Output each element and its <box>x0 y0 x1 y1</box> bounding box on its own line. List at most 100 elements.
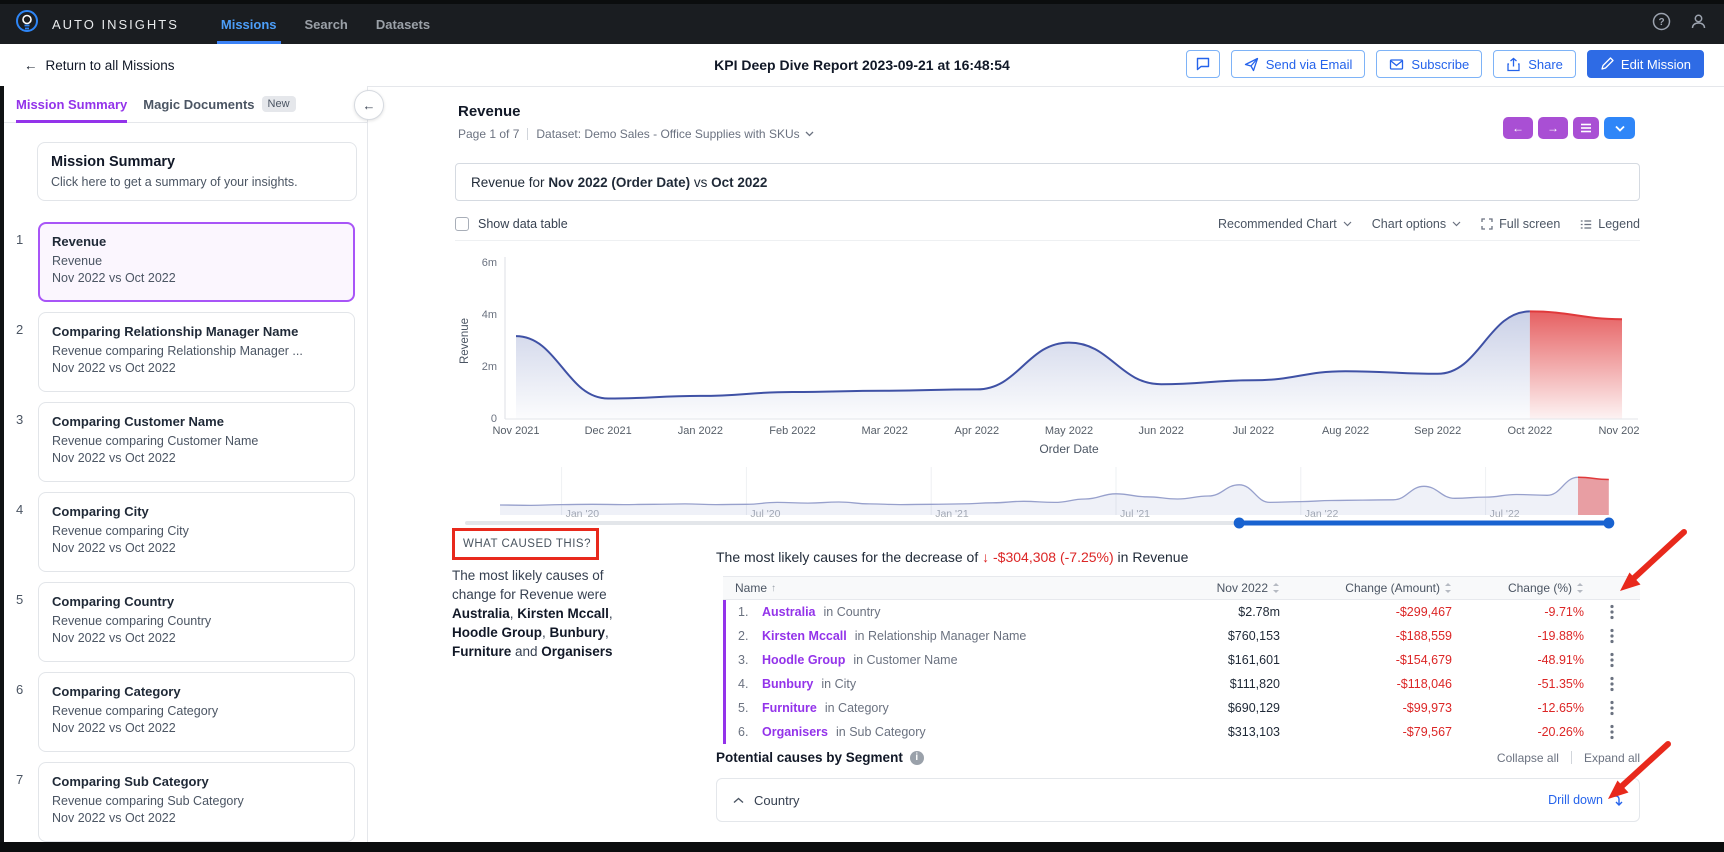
back-to-missions-link[interactable]: ← Return to all Missions <box>24 58 175 73</box>
cause-link[interactable]: Bunbury <box>762 677 813 691</box>
collapse-all-link[interactable]: Collapse all <box>1497 751 1559 765</box>
tab-mission-summary-label: Mission Summary <box>16 97 127 112</box>
chart-options-dropdown[interactable]: Chart options <box>1372 217 1461 231</box>
col-header-change-amount[interactable]: Change (Amount) <box>1280 581 1452 595</box>
subscribe-button[interactable]: Subscribe <box>1376 50 1482 78</box>
kebab-menu-icon[interactable] <box>1602 722 1622 742</box>
sidebar-collapse-button[interactable]: ← <box>354 90 384 120</box>
item-number: 4 <box>16 502 23 517</box>
next-page-button[interactable]: → <box>1538 117 1568 139</box>
item-number: 2 <box>16 322 23 337</box>
hamburger-icon <box>1580 123 1592 133</box>
mission-card-rel-manager[interactable]: Comparing Relationship Manager Name Reve… <box>38 312 355 392</box>
nav-tab-search[interactable]: Search <box>305 4 348 44</box>
tab-magic-documents-label: Magic Documents <box>143 97 254 112</box>
change-pct: -19.88% <box>1452 629 1584 643</box>
item-number: 7 <box>16 772 23 787</box>
col-header-nov-2022[interactable]: Nov 2022 <box>1150 581 1280 595</box>
item-number: 5 <box>16 592 23 607</box>
col-header-change-pct[interactable]: Change (%) <box>1452 581 1584 595</box>
info-icon[interactable]: i <box>910 751 924 765</box>
x-tick-label: Nov 2021 <box>492 425 539 437</box>
kebab-menu-icon[interactable] <box>1602 650 1622 670</box>
expand-menu-button[interactable] <box>1604 117 1635 139</box>
edit-mission-label: Edit Mission <box>1621 57 1691 72</box>
comment-button[interactable] <box>1186 50 1220 78</box>
mission-card-sub-category[interactable]: Comparing Sub Category Revenue comparing… <box>38 762 355 842</box>
cause-name: Kirsten Mccall <box>517 606 609 621</box>
chevron-down-icon <box>1343 221 1352 227</box>
mission-card-city[interactable]: Comparing City Revenue comparing City No… <box>38 492 355 572</box>
edit-mission-button[interactable]: Edit Mission <box>1587 50 1704 78</box>
dataset-selector[interactable]: Dataset: Demo Sales - Office Supplies wi… <box>536 127 813 141</box>
mission-card-category[interactable]: Comparing Category Revenue comparing Cat… <box>38 672 355 752</box>
timeline-range-slider[interactable]: Jan '20Jul '20Jan '21Jul '21Jan '22Jul '… <box>455 465 1640 530</box>
fullscreen-button[interactable]: Full screen <box>1481 217 1560 231</box>
legend-button[interactable]: Legend <box>1580 217 1640 231</box>
kebab-menu-icon[interactable] <box>1602 698 1622 718</box>
tab-mission-summary[interactable]: Mission Summary <box>16 86 127 122</box>
change-pct: -51.35% <box>1452 677 1584 691</box>
chevron-down-icon <box>805 131 814 137</box>
mission-summary-card[interactable]: Mission Summary Click here to get a summ… <box>37 142 357 201</box>
send-email-button[interactable]: Send via Email <box>1231 50 1366 78</box>
drill-down-link[interactable]: Drill down <box>1548 793 1623 807</box>
cause-link[interactable]: Australia <box>762 605 816 619</box>
header-label: Change (%) <box>1508 581 1572 595</box>
cause-link[interactable]: Organisers <box>762 725 828 739</box>
prev-page-button[interactable]: ← <box>1503 117 1533 139</box>
slider-handle-right[interactable] <box>1603 518 1614 529</box>
change-pct: -48.91% <box>1452 653 1584 667</box>
tab-magic-documents[interactable]: Magic Documents New <box>143 86 295 122</box>
table-row[interactable]: 3.Hoodle Groupin Customer Name$161,601-$… <box>726 648 1640 672</box>
col-header-name[interactable]: Name ↑ <box>723 581 1150 595</box>
card-line1: Revenue comparing Relationship Manager .… <box>52 343 341 360</box>
cause-link[interactable]: Hoodle Group <box>762 653 845 667</box>
cause-link[interactable]: Kirsten Mccall <box>762 629 847 643</box>
x-tick-label: Jun 2022 <box>1139 425 1184 437</box>
rank: 1. <box>738 605 758 619</box>
cause-cell: 1.Australiain Country <box>726 605 1150 619</box>
segment-group-label: Country <box>754 793 800 808</box>
cause-cell: 5.Furniturein Category <box>726 701 1150 715</box>
slider-handle-left[interactable] <box>1234 518 1245 529</box>
show-data-table-toggle[interactable]: Show data table <box>455 217 568 231</box>
revenue-line-chart[interactable]: 02m4m6mNov 2021Dec 2021Jan 2022Feb 2022M… <box>455 245 1640 460</box>
kebab-menu-icon[interactable] <box>1602 626 1622 646</box>
table-row[interactable]: 2.Kirsten Mccallin Relationship Manager … <box>726 624 1640 648</box>
kebab-menu-icon[interactable] <box>1602 674 1622 694</box>
mission-card-revenue[interactable]: Revenue Revenue Nov 2022 vs Oct 2022 <box>38 222 355 302</box>
recommended-chart-dropdown[interactable]: Recommended Chart <box>1218 217 1352 231</box>
row-actions <box>1584 722 1640 742</box>
kebab-menu-icon[interactable] <box>1602 602 1622 622</box>
mission-card-customer-name[interactable]: Comparing Customer Name Revenue comparin… <box>38 402 355 482</box>
segment-group-country[interactable]: Country Drill down <box>716 778 1640 822</box>
nav-right-group: ? <box>1652 12 1708 36</box>
x-tick-label: Jul 2022 <box>1233 425 1275 437</box>
show-data-table-checkbox[interactable] <box>455 217 469 231</box>
recommended-chart-label: Recommended Chart <box>1218 217 1337 231</box>
nav-tab-missions[interactable]: Missions <box>221 4 277 44</box>
cause-link[interactable]: Furniture <box>762 701 817 715</box>
expand-all-link[interactable]: Expand all <box>1584 751 1640 765</box>
help-icon[interactable]: ? <box>1652 12 1671 36</box>
nav-tab-datasets[interactable]: Datasets <box>376 4 430 44</box>
cause-name: Organisers <box>541 644 612 659</box>
segments-title: Potential causes by Segment i <box>716 750 924 765</box>
change-pct: -9.71% <box>1452 605 1584 619</box>
mission-card-country[interactable]: Comparing Country Revenue comparing Coun… <box>38 582 355 662</box>
table-row[interactable]: 6.Organisersin Sub Category$313,103-$79,… <box>726 720 1640 744</box>
table-row[interactable]: 4.Bunburyin City$111,820-$118,046-51.35% <box>726 672 1640 696</box>
user-icon[interactable] <box>1689 12 1708 36</box>
subtitle-metric: Revenue <box>471 175 529 190</box>
card-line1: Revenue comparing Country <box>52 613 341 630</box>
table-row[interactable]: 5.Furniturein Category$690,129-$99,973-1… <box>726 696 1640 720</box>
table-row[interactable]: 1.Australiain Country$2.78m-$299,467-9.7… <box>726 600 1640 624</box>
causes-headline: The most likely causes for the decrease … <box>716 549 1636 565</box>
share-button[interactable]: Share <box>1493 50 1576 78</box>
highlight-area-fill <box>1530 311 1622 419</box>
country-collapse-toggle[interactable]: Country <box>733 793 800 808</box>
fullscreen-icon <box>1481 218 1493 230</box>
change-amount: -$188,559 <box>1280 629 1452 643</box>
menu-button[interactable] <box>1573 117 1599 139</box>
